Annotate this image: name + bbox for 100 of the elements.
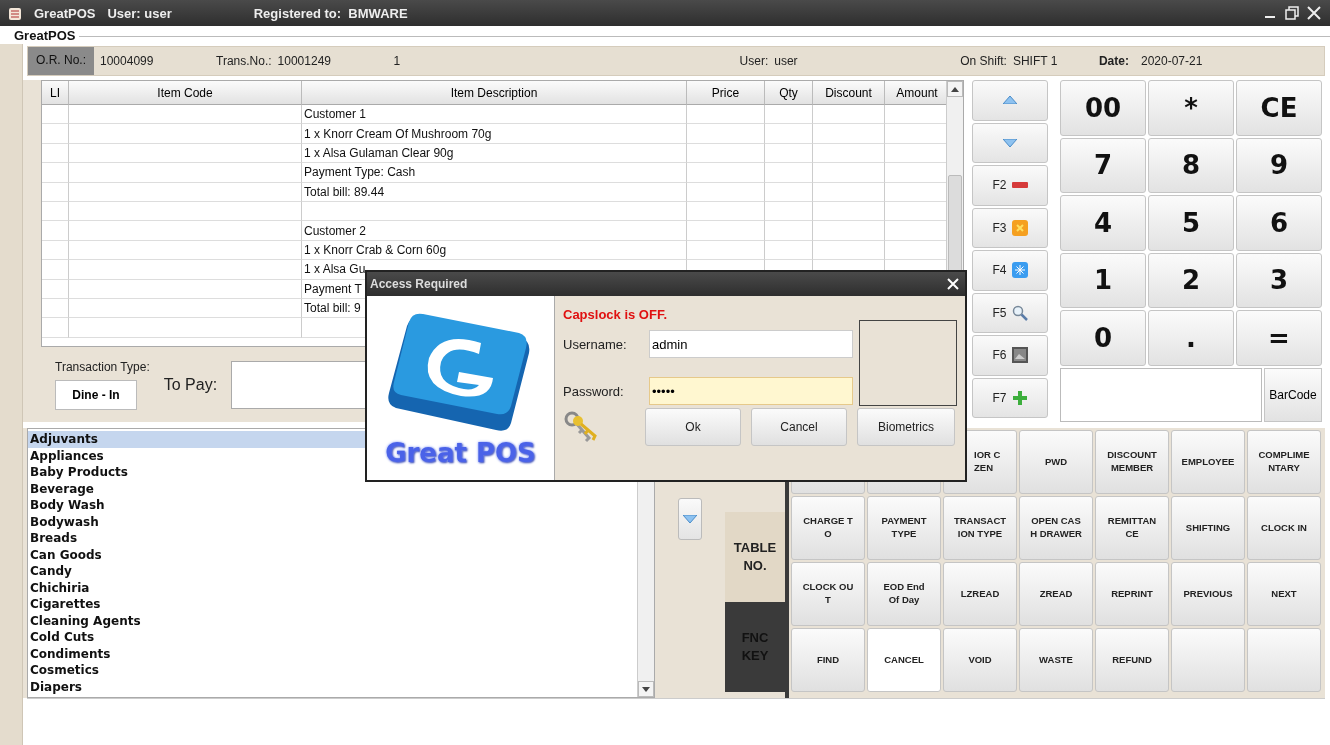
function-key-button[interactable]: F5 xyxy=(972,292,1048,333)
keypad-key[interactable]: 6 xyxy=(1236,195,1322,251)
function-key[interactable]: ZREAD xyxy=(1019,562,1093,626)
table-cell xyxy=(42,124,69,144)
table-cell xyxy=(813,124,885,144)
dialog-button[interactable]: Biometrics xyxy=(857,408,955,446)
keypad-key[interactable]: 00 xyxy=(1060,80,1146,136)
capslock-status: Capslock is OFF. xyxy=(563,306,669,322)
username-field[interactable]: admin xyxy=(649,330,853,358)
category-item[interactable]: Cleaning Agents xyxy=(28,612,637,629)
search-icon xyxy=(1011,304,1028,321)
category-item[interactable]: Bodywash xyxy=(28,513,637,530)
function-key[interactable]: CANCEL xyxy=(867,628,941,692)
function-key[interactable]: VOID xyxy=(943,628,1017,692)
table-cell xyxy=(765,124,813,144)
table-cell xyxy=(42,143,69,164)
category-item[interactable]: Condiments xyxy=(28,645,637,662)
keypad-key[interactable]: . xyxy=(1148,310,1234,366)
function-key[interactable]: WASTE xyxy=(1019,628,1093,692)
function-key[interactable]: REFUND xyxy=(1095,628,1169,692)
category-item[interactable]: Breads xyxy=(28,530,637,547)
password-field[interactable]: ••••• xyxy=(649,377,853,405)
barcode-button[interactable]: BarCode xyxy=(1264,367,1322,422)
scroll-up-button[interactable] xyxy=(947,81,963,97)
minus-icon xyxy=(1011,182,1028,189)
user-name: User: user xyxy=(107,5,172,21)
function-key[interactable]: EOD End Of Day xyxy=(867,562,941,626)
side-tab[interactable]: TABLE NO. xyxy=(725,512,785,602)
function-key[interactable]: NEXT xyxy=(1247,562,1321,626)
function-key[interactable]: SHIFTING xyxy=(1171,496,1245,560)
function-key[interactable]: FIND xyxy=(791,628,865,692)
table-cell: Customer 1 xyxy=(302,105,687,125)
function-key[interactable]: PWD xyxy=(1019,430,1093,494)
down-arrow-icon xyxy=(642,686,650,692)
category-item[interactable]: Body Wash xyxy=(28,497,637,514)
keypad-key[interactable]: 7 xyxy=(1060,137,1146,193)
category-item[interactable]: Cold Cuts xyxy=(28,629,637,646)
function-key-button[interactable]: F4 xyxy=(972,250,1048,291)
keypad-key[interactable]: 9 xyxy=(1236,137,1322,193)
function-key[interactable]: CLOCK OU T xyxy=(791,562,865,626)
function-key[interactable]: CHARGE T O xyxy=(791,496,865,560)
or-number-label: O.R. No.: xyxy=(28,47,94,75)
category-item[interactable]: Candy xyxy=(28,563,637,580)
function-key[interactable]: TRANSACT ION TYPE xyxy=(943,496,1017,560)
keypad-key[interactable]: 8 xyxy=(1148,137,1234,193)
date-label: Date: xyxy=(1098,54,1129,68)
table-cell xyxy=(765,163,813,183)
function-key[interactable]: REPRINT xyxy=(1095,562,1169,626)
keypad-key[interactable]: 0 xyxy=(1060,310,1146,366)
or-number: 10004099 xyxy=(100,54,155,68)
close-button[interactable] xyxy=(1307,6,1321,20)
keypad-key[interactable]: CE xyxy=(1236,80,1322,136)
function-key[interactable]: OPEN CAS H DRAWER xyxy=(1019,496,1093,560)
barcode-field[interactable] xyxy=(1060,367,1262,422)
date-value: 2020-07-21 xyxy=(1140,54,1203,68)
column-header: Item Description xyxy=(302,81,687,105)
keypad-key[interactable]: 2 xyxy=(1148,252,1234,308)
x-icon xyxy=(1011,219,1028,236)
function-key[interactable]: REMITTAN CE xyxy=(1095,496,1169,560)
category-item[interactable]: Can Goods xyxy=(28,546,637,563)
dialog-button[interactable]: Cancel xyxy=(751,408,847,446)
app-icon xyxy=(8,5,22,21)
keypad-key[interactable]: 3 xyxy=(1236,252,1322,308)
function-key[interactable]: PREVIOUS xyxy=(1171,562,1245,626)
function-key-button[interactable]: F2 xyxy=(972,165,1048,206)
scroll-down-button[interactable] xyxy=(638,681,654,697)
shift-label: On Shift: xyxy=(960,54,1007,68)
function-key[interactable]: DISCOUNT MEMBER xyxy=(1095,430,1169,494)
function-key[interactable]: EMPLOYEE xyxy=(1171,430,1245,494)
table-cell xyxy=(42,240,69,261)
function-key[interactable]: PAYMENT TYPE xyxy=(867,496,941,560)
function-key-button[interactable]: F7 xyxy=(972,377,1048,418)
column-header: Discount xyxy=(813,81,885,105)
category-item[interactable]: Chichiria xyxy=(28,579,637,596)
function-key-button[interactable]: F6 xyxy=(972,335,1048,376)
restore-button[interactable] xyxy=(1285,6,1299,20)
up-arrow-icon xyxy=(951,86,959,92)
keypad-key[interactable]: 1 xyxy=(1060,252,1146,308)
column-header: LI xyxy=(42,81,69,105)
category-item[interactable]: Beverage xyxy=(28,480,637,497)
dialog-button[interactable]: Ok xyxy=(645,408,741,446)
function-key[interactable]: LZREAD xyxy=(943,562,1017,626)
function-key-button[interactable]: F3 xyxy=(972,207,1048,248)
column-header: Price xyxy=(687,81,765,105)
table-cell: Payment Type: Cash xyxy=(302,163,687,183)
keypad-key[interactable]: = xyxy=(1236,310,1322,366)
category-item[interactable]: Diapers xyxy=(28,678,637,695)
category-item[interactable]: Cigarettes xyxy=(28,596,637,613)
keypad-key[interactable]: 5 xyxy=(1148,195,1234,251)
function-key[interactable]: CLOCK IN xyxy=(1247,496,1321,560)
app-title: GreatPOS xyxy=(34,5,96,21)
function-key[interactable]: COMPLIME NTARY xyxy=(1247,430,1321,494)
category-item[interactable]: Cosmetics xyxy=(28,662,637,679)
keypad-key[interactable]: 4 xyxy=(1060,195,1146,251)
down-triangle-icon xyxy=(683,515,697,523)
table-cell xyxy=(42,182,69,202)
keys-icon xyxy=(563,410,599,444)
keypad-key[interactable]: * xyxy=(1148,80,1234,136)
user-label: User: xyxy=(739,54,769,68)
transaction-type-button[interactable]: Dine - In xyxy=(55,379,137,410)
